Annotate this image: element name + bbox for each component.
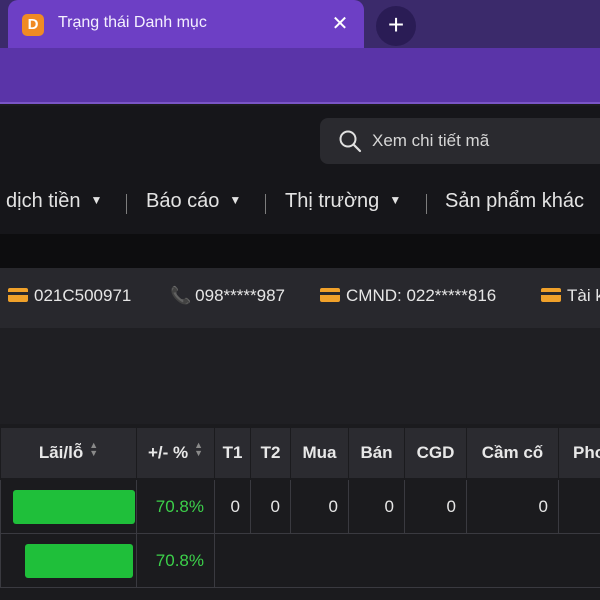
header-divider-band <box>0 234 600 268</box>
nav-item-label: Sản phẩm khác <box>445 190 584 212</box>
browser-tab-active[interactable]: D Trạng thái Danh mục ✕ <box>8 0 364 48</box>
nav-divider <box>126 194 127 214</box>
column-header-label: +/- % <box>147 443 189 462</box>
browser-toolbar <box>0 48 600 104</box>
column-header-change-pct[interactable]: +/- % ▲ ▼ <box>136 428 214 478</box>
column-header-sell[interactable]: Bán <box>348 428 404 478</box>
column-header-fee[interactable]: Phon <box>558 428 600 478</box>
table-row-empty-cells <box>214 534 600 588</box>
phone-number-text: 098*****987 <box>195 286 285 305</box>
table-cell-change-pct: 70.8% <box>136 480 214 534</box>
column-header-label: Lãi/lỗ <box>38 443 84 462</box>
column-header-buy[interactable]: Mua <box>290 428 348 478</box>
account-info-bar: 021C500971 📞 098*****987 CMND: 022*****81… <box>0 268 600 328</box>
portfolio-table: Lãi/lỗ ▲ ▼ +/- % ▲ ▼ T1 T2 Mua Bán CGD Cầm c… <box>0 428 600 600</box>
browser-tab-strip: D Trạng thái Danh mục ✕ + <box>0 0 600 48</box>
new-tab-button[interactable]: + <box>376 6 416 46</box>
account-extra-text: Tài k <box>567 286 600 305</box>
column-header-pledged[interactable]: Cầm cố <box>466 428 558 478</box>
nav-item-label: Báo cáo <box>146 190 220 212</box>
table-cell-profit-loss <box>0 480 136 534</box>
close-tab-icon[interactable]: ✕ <box>328 12 352 36</box>
nav-item-label: dịch tiền <box>6 190 81 212</box>
table-cell-fee <box>558 480 600 534</box>
caret-down-icon: ▼ <box>229 193 242 207</box>
column-header-profit-loss[interactable]: Lãi/lỗ ▲ ▼ <box>0 428 136 478</box>
id-number: CMND: 022*****816 <box>320 286 496 306</box>
column-header-t2[interactable]: T2 <box>250 428 290 478</box>
nav-divider <box>426 194 427 214</box>
caret-down-icon: ▼ <box>90 193 103 207</box>
nav-item-market[interactable]: Thị trường ▼ <box>285 190 401 213</box>
id-card-icon <box>320 288 340 302</box>
content-spacer <box>0 328 600 424</box>
nav-item-transfer[interactable]: dịch tiền ▼ <box>6 190 102 213</box>
search-icon <box>339 130 362 153</box>
nav-item-other-products[interactable]: Sản phẩm khác <box>445 190 584 213</box>
nav-divider <box>265 194 266 214</box>
table-cell-buy: 0 <box>290 480 348 534</box>
id-number-text: CMND: 022*****816 <box>346 286 497 305</box>
phone-icon: 📞 <box>170 286 192 305</box>
card-icon <box>8 288 28 302</box>
column-header-t1[interactable]: T1 <box>214 428 250 478</box>
account-extra: Tài k <box>541 286 600 306</box>
phone-number: 📞 098*****987 <box>170 286 285 306</box>
table-cell-sell: 0 <box>348 480 404 534</box>
site-favicon-icon: D <box>22 14 44 36</box>
tab-title: Trạng thái Danh mục <box>58 14 207 31</box>
search-placeholder: Xem chi tiết mã <box>372 131 490 150</box>
table-cell-t1: 0 <box>214 480 250 534</box>
caret-down-icon: ▼ <box>389 193 402 207</box>
app-header: Xem chi tiết mã <box>0 106 600 172</box>
nav-item-label: Thị trường <box>285 190 380 212</box>
card-icon <box>541 288 561 302</box>
sort-icon: ▲ ▼ <box>89 440 99 458</box>
redacted-value <box>13 490 135 524</box>
sort-icon: ▲ ▼ <box>194 440 204 458</box>
nav-item-reports[interactable]: Báo cáo ▼ <box>146 190 241 213</box>
column-header-cgd[interactable]: CGD <box>404 428 466 478</box>
account-number-text: 021C500971 <box>34 286 132 305</box>
table-cell-pledged: 0 <box>466 480 558 534</box>
search-input[interactable]: Xem chi tiết mã <box>320 118 600 164</box>
table-cell-profit-loss <box>0 534 136 588</box>
table-cell-change-pct: 70.8% <box>136 534 214 588</box>
table-cell-t2: 0 <box>250 480 290 534</box>
table-cell-cgd: 0 <box>404 480 466 534</box>
main-nav: dịch tiền ▼ Báo cáo ▼ Thị trường ▼ Sản phẩm… <box>0 172 600 234</box>
account-number: 021C500971 <box>8 286 131 306</box>
redacted-value <box>25 544 133 578</box>
